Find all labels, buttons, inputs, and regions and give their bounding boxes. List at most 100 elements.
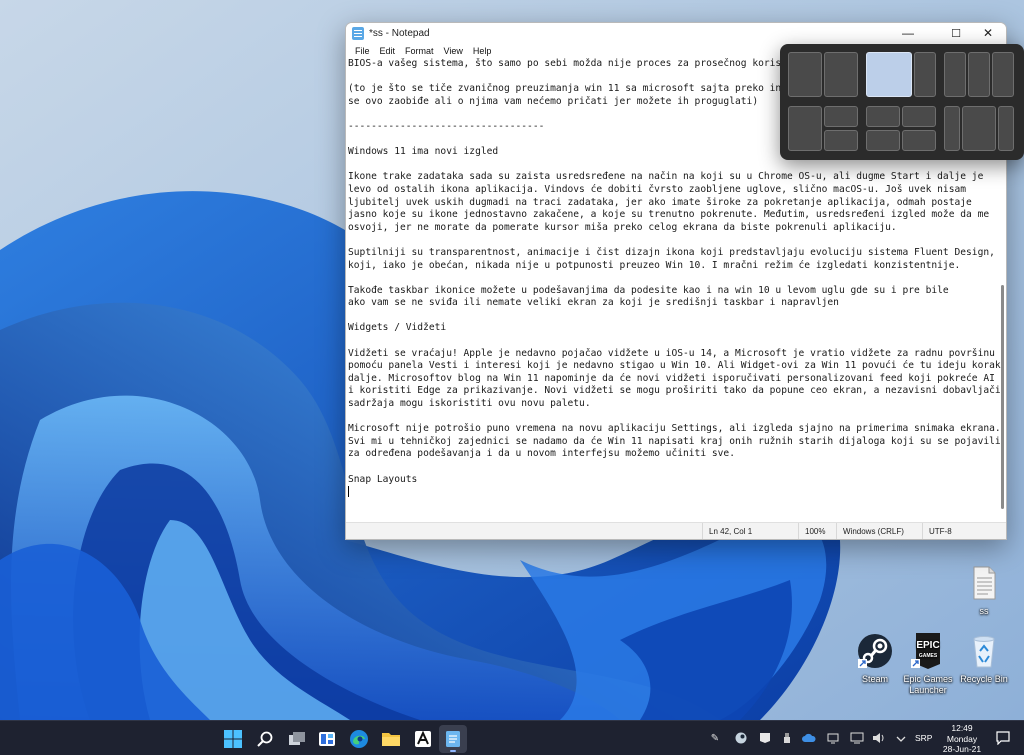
text-line: za određena podešavanja i da u novom int… bbox=[348, 448, 735, 460]
desktop-icon-recycle-bin[interactable]: Recycle Bin bbox=[952, 631, 1016, 685]
vertical-scrollbar[interactable] bbox=[1001, 285, 1004, 509]
text-line bbox=[348, 159, 994, 172]
notepad-taskbar-button[interactable] bbox=[439, 725, 467, 753]
menu-help[interactable]: Help bbox=[468, 46, 497, 56]
file-explorer-button[interactable] bbox=[377, 725, 405, 753]
file-explorer-icon bbox=[382, 733, 400, 746]
snap-layouts-flyout bbox=[780, 44, 1024, 160]
clock-time: 12:49 bbox=[951, 723, 973, 733]
show-hidden-icons-chevron-icon[interactable] bbox=[892, 731, 910, 745]
text-file-icon bbox=[964, 563, 1004, 603]
zoom-level: 100% bbox=[798, 523, 836, 539]
active-app-indicator bbox=[450, 750, 456, 752]
snap-zone-col-3[interactable] bbox=[992, 52, 1014, 97]
maximize-button[interactable]: ☐ bbox=[940, 23, 972, 43]
snap-zone-wide-left[interactable] bbox=[866, 52, 912, 97]
usb-icon[interactable] bbox=[780, 731, 794, 745]
snap-zone-right-narrow[interactable] bbox=[998, 106, 1014, 151]
cursor-position: Ln 42, Col 1 bbox=[702, 523, 798, 539]
snap-zone-left-narrow[interactable] bbox=[944, 106, 960, 151]
snap-zone-top-right[interactable] bbox=[824, 106, 858, 127]
clock-day: Monday bbox=[946, 733, 978, 744]
pen-icon[interactable]: ✎ bbox=[708, 731, 722, 745]
svg-text:GAMES: GAMES bbox=[919, 653, 938, 659]
menu-edit[interactable]: Edit bbox=[375, 46, 401, 56]
text-line bbox=[348, 234, 994, 247]
start-button[interactable] bbox=[219, 725, 247, 753]
edge-icon bbox=[350, 730, 368, 748]
text-line bbox=[348, 461, 994, 474]
snap-zone-col-1[interactable] bbox=[944, 52, 966, 97]
text-line: osvoji, jer ne morate da pomerate kursor… bbox=[348, 221, 897, 233]
start-icon bbox=[224, 730, 242, 748]
desktop-icon-ss-file[interactable]: ss bbox=[952, 563, 1016, 617]
menu-format[interactable]: Format bbox=[400, 46, 439, 56]
text-line bbox=[348, 335, 994, 348]
text-line: sadržaja mogu iskoristiti ovu novu palet… bbox=[348, 398, 591, 410]
menu-file[interactable]: File bbox=[350, 46, 375, 56]
text-line: jasno koje su ikone jednostavno zakačene… bbox=[348, 209, 990, 221]
snap-zone-bottom-left[interactable] bbox=[866, 130, 900, 151]
notifications-icon[interactable] bbox=[995, 730, 1011, 746]
text-line: Takođe taskbar ikonice možete u podešava… bbox=[348, 284, 949, 296]
text-line: dalje. Microsoftov blog na Win 11 napomi… bbox=[348, 372, 995, 384]
text-line: Suptilniji su transparentnost, animacije… bbox=[348, 246, 995, 258]
snap-zone-left[interactable] bbox=[788, 106, 822, 151]
snap-zone-top-left[interactable] bbox=[866, 106, 900, 127]
minimize-button[interactable]: — bbox=[892, 23, 924, 43]
snap-zone-bottom-right[interactable] bbox=[902, 130, 936, 151]
store-button[interactable] bbox=[409, 725, 437, 753]
network-icon[interactable] bbox=[850, 731, 864, 745]
store-icon bbox=[415, 730, 431, 747]
clock-date: 28-Jun-21 bbox=[942, 744, 982, 754]
snap-zone-bottom-right[interactable] bbox=[824, 130, 858, 151]
snap-zone-center-wide[interactable] bbox=[962, 106, 996, 151]
recycle-bin-icon bbox=[964, 631, 1004, 671]
display-icon[interactable] bbox=[826, 731, 840, 745]
epic-games-icon: EPIC GAMES bbox=[908, 631, 948, 671]
text-line: Snap Layouts bbox=[348, 473, 418, 485]
clock[interactable]: 12:49 Monday 28-Jun-21 bbox=[936, 723, 988, 755]
desktop-icon-epic-games[interactable]: EPIC GAMES Epic Games Launcher bbox=[896, 631, 960, 696]
snap-zone-narrow-right[interactable] bbox=[914, 52, 936, 97]
widgets-button[interactable] bbox=[313, 725, 341, 753]
desktop-icon-label: ss bbox=[979, 606, 989, 616]
encoding: UTF-8 bbox=[922, 523, 1006, 539]
search-button[interactable] bbox=[251, 725, 279, 753]
text-line bbox=[348, 411, 994, 424]
text-line bbox=[348, 272, 994, 285]
notepad-icon bbox=[352, 26, 364, 40]
edge-button[interactable] bbox=[345, 725, 373, 753]
text-line bbox=[348, 310, 994, 323]
menu-view[interactable]: View bbox=[439, 46, 468, 56]
task-view-button[interactable] bbox=[283, 725, 311, 753]
window-title: *ss - Notepad bbox=[369, 27, 430, 39]
epic-tray-icon[interactable] bbox=[758, 731, 772, 745]
desktop-icon-label: Recycle Bin bbox=[960, 674, 1008, 684]
steam-tray-icon[interactable] bbox=[734, 731, 748, 745]
input-language[interactable]: SRP bbox=[915, 733, 932, 743]
svg-text:EPIC: EPIC bbox=[916, 640, 939, 651]
text-caret bbox=[348, 486, 349, 498]
desktop-icon-label: Epic Games Launcher bbox=[903, 674, 953, 695]
close-button[interactable]: ✕ bbox=[972, 23, 1004, 43]
text-line: levo od ostalih ikona aplikacija. Vindov… bbox=[348, 183, 967, 195]
task-view-icon bbox=[289, 732, 305, 745]
text-line: koji, iako je obećan, nikada nije u potp… bbox=[348, 259, 961, 271]
text-line: Widgets / Vidžeti bbox=[348, 322, 447, 334]
title-bar[interactable]: *ss - Notepad — ☐ ✕ bbox=[346, 23, 1006, 43]
volume-icon[interactable] bbox=[872, 731, 886, 745]
cloud-icon[interactable] bbox=[802, 731, 816, 745]
notepad-icon bbox=[446, 731, 460, 747]
taskbar: ✎ SRP 12:49 Monday 28-Jun-21 bbox=[0, 720, 1024, 755]
text-line: Vidžeti se vraćaju! Apple je nedavno poj… bbox=[348, 347, 995, 359]
snap-zone-right[interactable] bbox=[824, 52, 858, 97]
snap-zone-left[interactable] bbox=[788, 52, 822, 97]
text-line: Microsoft nije potrošio puno vremena na … bbox=[348, 423, 1001, 435]
status-bar: Ln 42, Col 1 100% Windows (CRLF) UTF-8 bbox=[346, 522, 1006, 539]
snap-zone-col-2[interactable] bbox=[968, 52, 990, 97]
text-line: ako vam se ne sviđa ili nemate veliki ek… bbox=[348, 297, 839, 309]
snap-zone-top-right[interactable] bbox=[902, 106, 936, 127]
text-line: i koristiti Edge za prikazivanje. Novi v… bbox=[348, 385, 1001, 397]
text-line bbox=[348, 486, 994, 499]
